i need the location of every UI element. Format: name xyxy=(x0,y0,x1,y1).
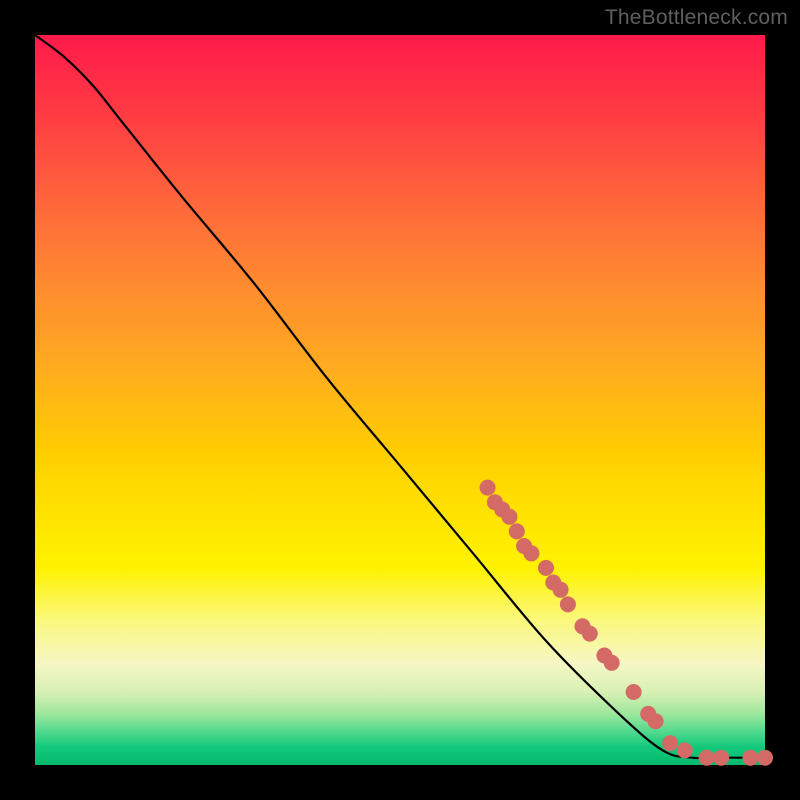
marker-group xyxy=(480,480,773,766)
data-marker xyxy=(742,750,758,766)
curve-line xyxy=(35,35,765,758)
data-marker xyxy=(699,750,715,766)
data-marker xyxy=(480,480,496,496)
data-marker xyxy=(553,582,569,598)
data-marker xyxy=(662,735,678,751)
plot-area xyxy=(35,35,765,765)
data-marker xyxy=(757,750,773,766)
data-marker xyxy=(677,742,693,758)
data-marker xyxy=(502,509,518,525)
data-marker xyxy=(509,523,525,539)
attribution-label: TheBottleneck.com xyxy=(605,6,788,30)
chart-svg xyxy=(35,35,765,765)
data-marker xyxy=(648,713,664,729)
data-marker xyxy=(560,596,576,612)
data-marker xyxy=(604,655,620,671)
data-marker xyxy=(523,545,539,561)
data-marker xyxy=(538,560,554,576)
data-marker xyxy=(713,750,729,766)
data-marker xyxy=(626,684,642,700)
chart-frame: TheBottleneck.com xyxy=(0,0,800,800)
data-marker xyxy=(582,626,598,642)
